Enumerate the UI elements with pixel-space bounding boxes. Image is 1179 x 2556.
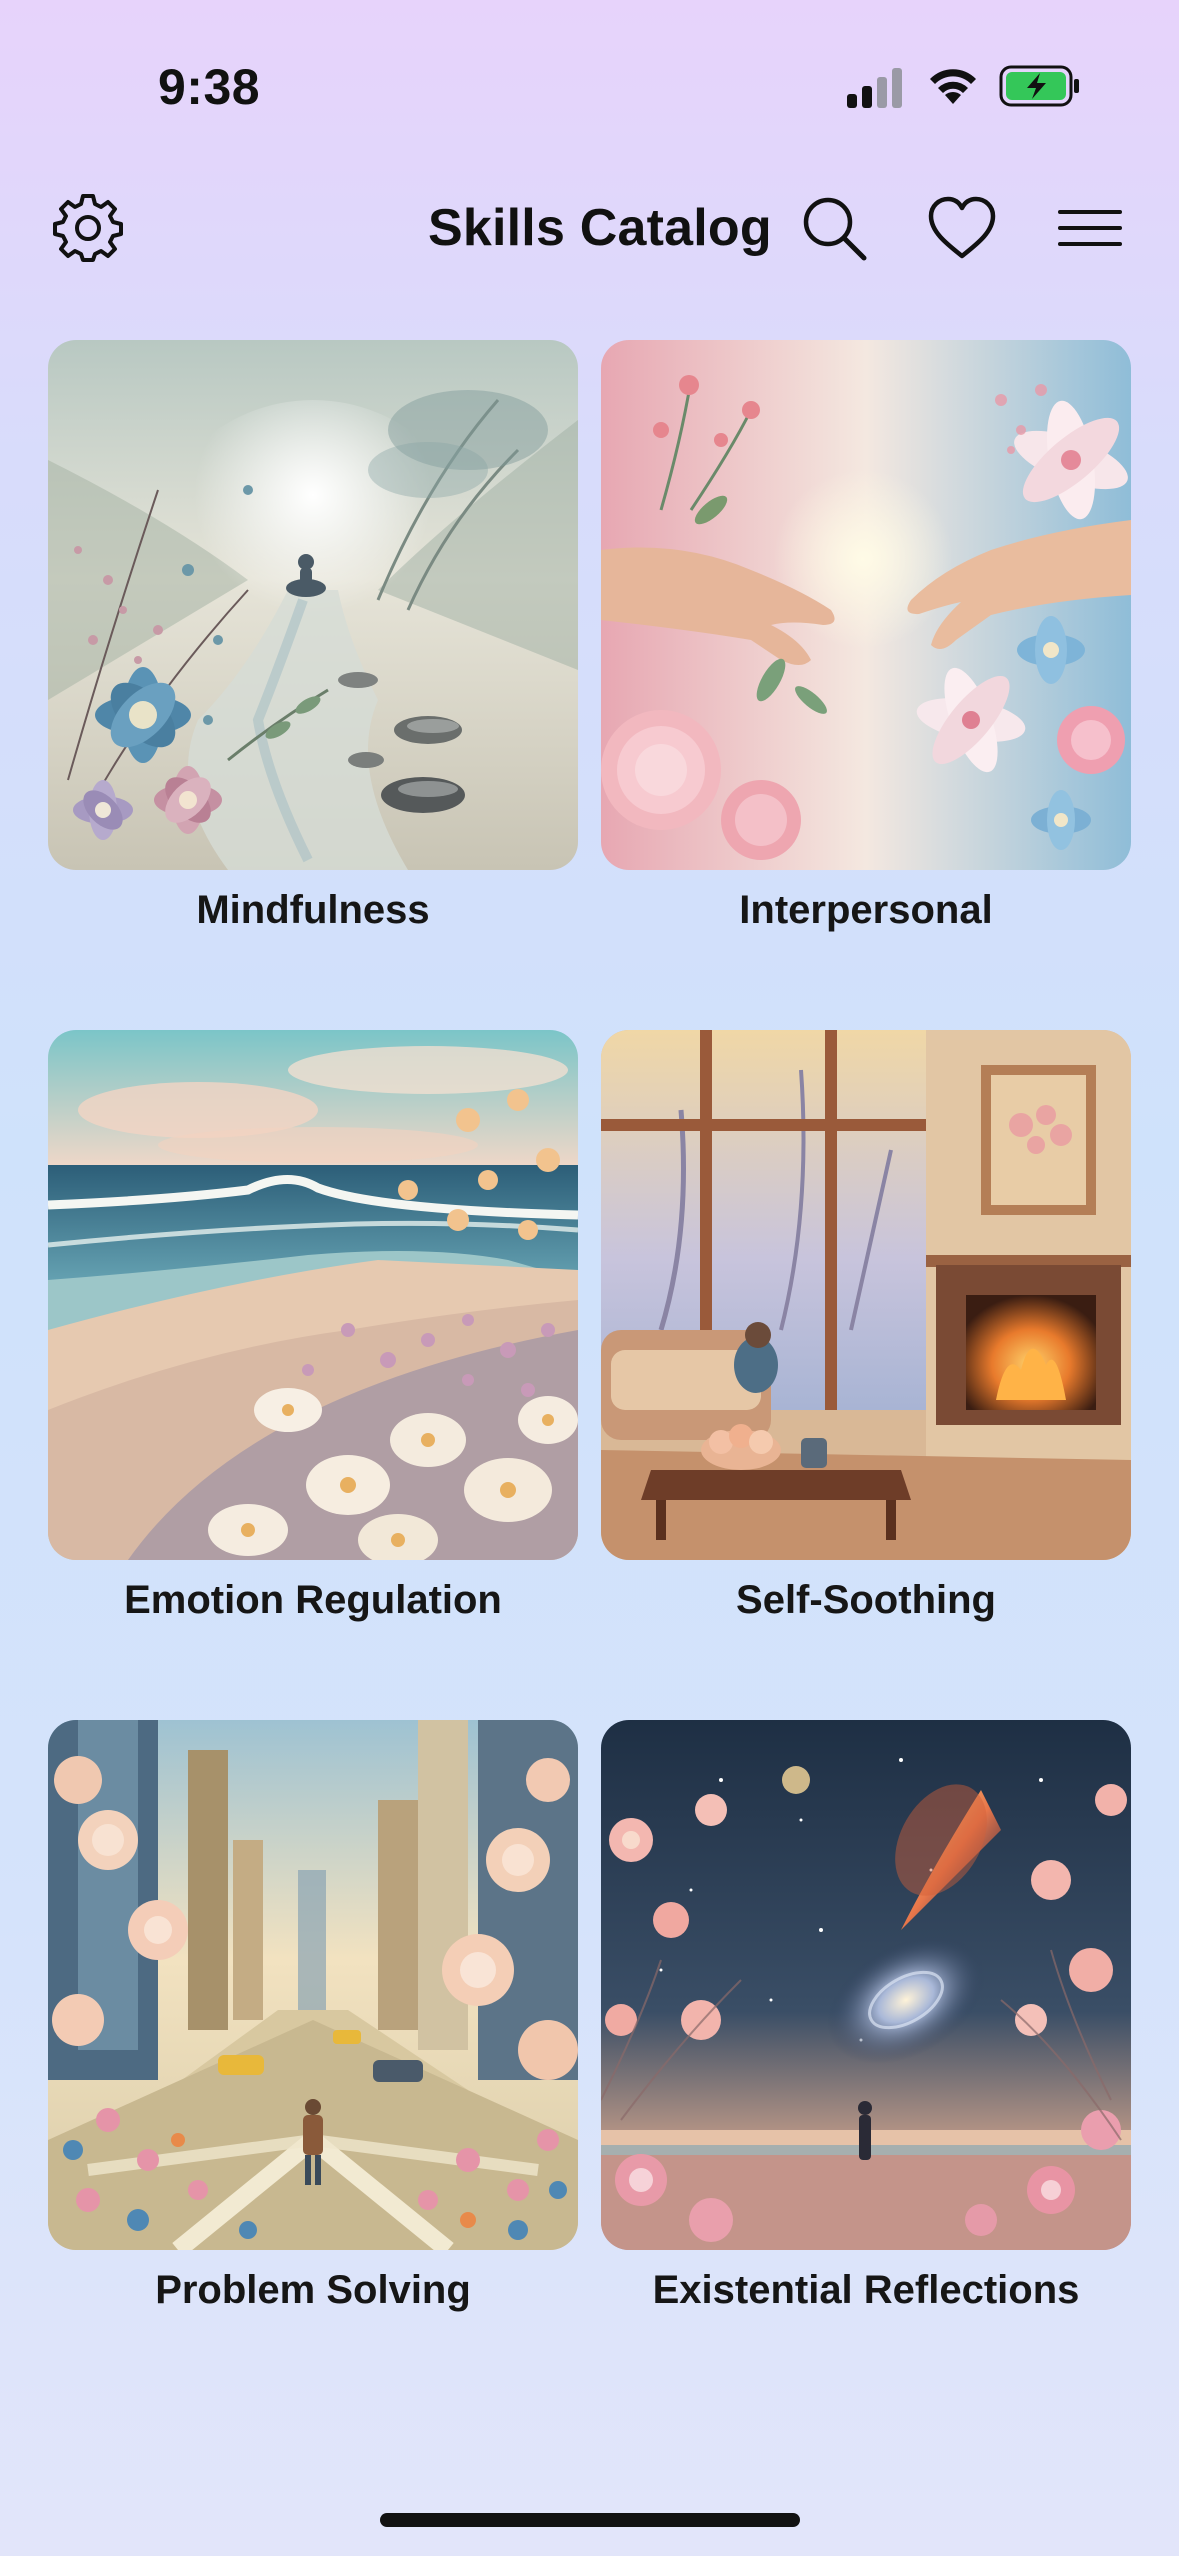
category-label: Interpersonal <box>739 888 993 932</box>
mindfulness-image <box>48 340 578 870</box>
category-card-emotion-regulation[interactable]: Emotion Regulation <box>48 1030 578 1623</box>
category-label: Self-Soothing <box>736 1578 996 1622</box>
category-label: Problem Solving <box>155 2268 471 2312</box>
wifi-icon <box>930 69 976 104</box>
cellular-signal-icon <box>847 68 902 108</box>
favorites-button[interactable] <box>924 190 1000 266</box>
status-time: 9:38 <box>158 59 261 115</box>
category-card-existential-reflections[interactable]: Existential Reflections <box>601 1720 1131 2313</box>
search-icon <box>803 197 867 261</box>
existential-reflections-image <box>601 1720 1131 2250</box>
category-label: Existential Reflections <box>652 2268 1080 2312</box>
gear-icon <box>53 194 123 262</box>
settings-button[interactable] <box>50 190 126 266</box>
battery-charging-icon <box>999 65 1079 107</box>
menu-button[interactable] <box>1052 190 1128 266</box>
heart-icon <box>928 196 996 259</box>
self-soothing-image <box>601 1030 1131 1560</box>
page-title: Skills Catalog <box>428 199 772 257</box>
home-indicator[interactable] <box>380 2513 800 2527</box>
interpersonal-image <box>601 340 1131 870</box>
status-bar: 9:38 <box>0 0 1179 170</box>
category-card-self-soothing[interactable]: Self-Soothing <box>601 1030 1131 1623</box>
hamburger-menu-icon <box>1058 210 1122 246</box>
app-header: Skills Catalog <box>0 180 1179 280</box>
category-label: Mindfulness <box>196 888 430 932</box>
category-label: Emotion Regulation <box>124 1578 502 1622</box>
search-button[interactable] <box>796 190 872 266</box>
category-card-problem-solving[interactable]: Problem Solving <box>48 1720 578 2313</box>
category-card-interpersonal[interactable]: Interpersonal <box>601 340 1131 933</box>
category-card-mindfulness[interactable]: Mindfulness <box>48 340 578 933</box>
problem-solving-image <box>48 1720 578 2250</box>
emotion-regulation-image <box>48 1030 578 1560</box>
